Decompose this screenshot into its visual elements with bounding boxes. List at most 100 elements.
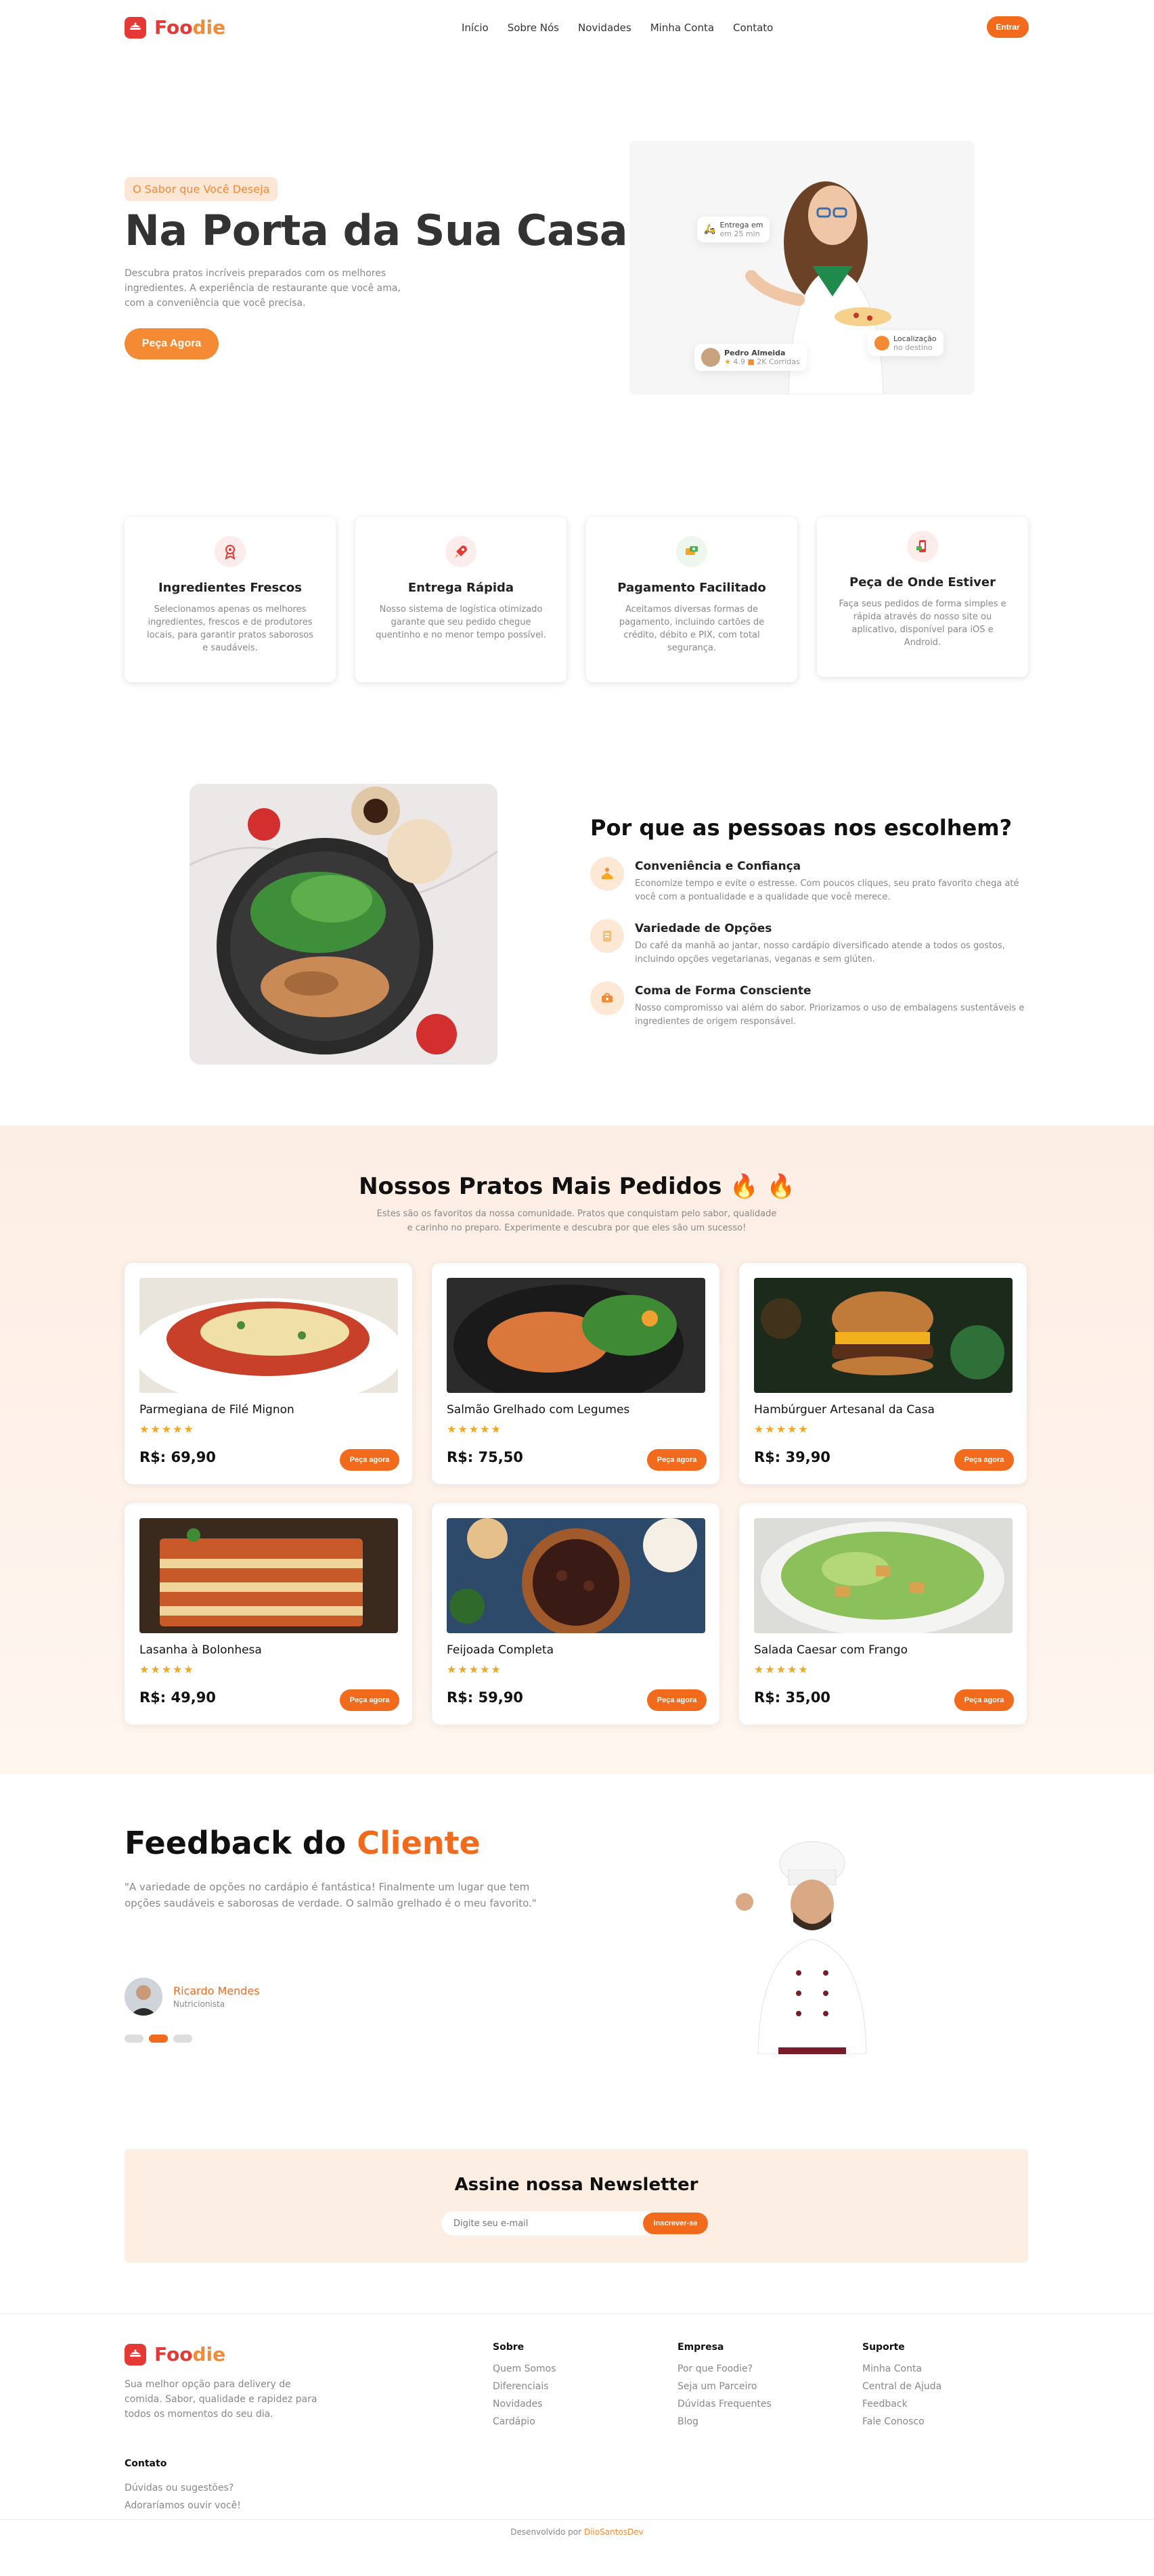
feature-desc: Faça seus pedidos de forma simples e ráp… xyxy=(839,599,1006,648)
footer-link[interactable]: Central de Ajuda xyxy=(862,2381,941,2392)
dish-card: Parmegiana de Filé Mignon ★★★★★ R$: 69,9… xyxy=(125,1263,412,1484)
order-button[interactable]: Peça agora xyxy=(647,1689,707,1711)
dish-name: Salada Caesar com Frango xyxy=(754,1643,908,1657)
dish-name: Hambúrguer Artesanal da Casa xyxy=(754,1403,935,1417)
logo-icon xyxy=(125,16,146,39)
subscribe-button[interactable]: Inscrever-se xyxy=(643,2213,708,2234)
dish-name: Feijoada Completa xyxy=(447,1643,554,1657)
star-icon: ★ xyxy=(724,357,731,366)
footer-link[interactable]: Quem Somos xyxy=(493,2363,556,2374)
logo[interactable]: Foodie xyxy=(125,16,225,39)
footer-link[interactable]: Seja um Parceiro xyxy=(678,2381,772,2392)
dish-image-salada-caesar xyxy=(754,1518,1013,1633)
footer-link[interactable]: Fale Conosco xyxy=(862,2416,941,2427)
location-card: Localização no destino xyxy=(868,330,944,356)
feature-card-ingredients: Ingredientes Frescos Selecionamos apenas… xyxy=(125,517,336,682)
order-button[interactable]: Peça agora xyxy=(954,1689,1014,1711)
hero-description: Descubra pratos incríveis preparados com… xyxy=(125,268,401,309)
footer-col-title: Empresa xyxy=(678,2342,724,2353)
rating-stars: ★★★★★ xyxy=(754,1423,809,1436)
carousel-dots xyxy=(125,2035,192,2043)
footer-contact-title: Contato xyxy=(125,2458,167,2469)
dish-price: R$: 49,90 xyxy=(139,1689,216,1706)
dish-price: R$: 35,00 xyxy=(754,1689,830,1706)
page: Foodie Início Sobre Nós Novidades Minha … xyxy=(0,0,1154,2576)
chef-image xyxy=(717,1838,907,2055)
navbar: Foodie Início Sobre Nós Novidades Minha … xyxy=(0,0,1154,54)
footer-link[interactable]: Blog xyxy=(678,2416,772,2427)
why-item-title: Conveniência e Confiança xyxy=(635,860,801,873)
why-item-title: Coma de Forma Consciente xyxy=(635,984,812,998)
hero-badge: O Sabor que Você Deseja xyxy=(125,177,278,201)
rating-stars: ★★★★★ xyxy=(139,1663,195,1676)
why-item-desc: Do café da manhã ao jantar, nosso cardáp… xyxy=(635,941,1005,964)
email-field[interactable] xyxy=(441,2211,658,2236)
login-button[interactable]: Entrar xyxy=(987,16,1029,38)
nav-link-contato[interactable]: Contato xyxy=(733,22,773,34)
order-button[interactable]: Peça agora xyxy=(954,1449,1014,1471)
logo-icon xyxy=(125,2343,146,2366)
dish-card: Feijoada Completa ★★★★★ R$: 59,90 Peça a… xyxy=(432,1503,719,1725)
dish-card: Salmão Grelhado com Legumes ★★★★★ R$: 75… xyxy=(432,1263,719,1484)
dish-price: R$: 39,90 xyxy=(754,1449,830,1465)
dishes-description: Estes são os favoritos da nossa comunida… xyxy=(376,1209,777,1233)
payment-icon xyxy=(676,536,707,567)
delivery-time-card: 🛵 Entrega em em 25 min xyxy=(697,217,770,242)
order-button[interactable]: Peça agora xyxy=(647,1449,707,1471)
nav-link-novidades[interactable]: Novidades xyxy=(578,22,631,34)
feature-title: Pagamento Facilitado xyxy=(617,581,766,595)
feature-card-delivery: Entrega Rápida Nosso sistema de logístic… xyxy=(355,517,567,682)
nav-link-minha-conta[interactable]: Minha Conta xyxy=(650,22,714,34)
footer-link[interactable]: Por que Foodie? xyxy=(678,2363,772,2374)
footer-link[interactable]: Feedback xyxy=(862,2399,941,2410)
order-button[interactable]: Peça agora xyxy=(340,1449,399,1471)
nav-links: Início Sobre Nós Novidades Minha Conta C… xyxy=(462,22,773,34)
footer-link[interactable]: Diferenciais xyxy=(493,2381,556,2392)
carousel-dot-1[interactable] xyxy=(125,2035,143,2043)
newsletter-section: Assine nossa Newsletter Inscrever-se xyxy=(125,2149,1028,2263)
feature-title: Ingredientes Frescos xyxy=(158,581,303,595)
footer-credit: Desenvolvido por DiioSantosDev xyxy=(510,2527,644,2537)
menu-icon xyxy=(590,919,624,953)
feature-card-payment: Pagamento Facilitado Aceitamos diversas … xyxy=(586,517,797,682)
feature-desc: Aceitamos diversas formas de pagamento, … xyxy=(619,604,765,653)
feedback-title: Feedback do Cliente xyxy=(125,1825,481,1861)
logo-text: Foodie xyxy=(154,2343,226,2366)
footer-link[interactable]: Dúvidas Frequentes xyxy=(678,2399,772,2410)
footer-link[interactable]: Cardápio xyxy=(493,2416,556,2427)
dish-price: R$: 75,50 xyxy=(447,1449,523,1465)
logo-text: Foodie xyxy=(154,16,226,39)
footer-contact-line[interactable]: Adoraríamos ouvir você! xyxy=(125,2500,241,2511)
footer-link[interactable]: Novidades xyxy=(493,2399,556,2410)
credit-link[interactable]: DiioSantosDev xyxy=(584,2527,644,2537)
nav-link-inicio[interactable]: Início xyxy=(462,22,489,34)
footer-logo[interactable]: Foodie xyxy=(125,2343,225,2366)
rating-stars: ★★★★★ xyxy=(139,1423,195,1436)
feature-desc: Selecionamos apenas os melhores ingredie… xyxy=(147,604,313,653)
avatar xyxy=(125,1978,162,2016)
feature-card-order-anywhere: Peça de Onde Estiver Faça seus pedidos d… xyxy=(817,517,1028,677)
footer-col-empresa: Empresa Por que Foodie? Seja um Parceiro… xyxy=(678,2342,772,2434)
reviewer-name: Ricardo Mendes xyxy=(173,1984,260,1997)
dish-card: Hambúrguer Artesanal da Casa ★★★★★ R$: 3… xyxy=(739,1263,1027,1484)
dish-name: Parmegiana de Filé Mignon xyxy=(139,1403,294,1417)
footer-link[interactable]: Minha Conta xyxy=(862,2363,941,2374)
rating-stars: ★★★★★ xyxy=(447,1423,502,1436)
order-button[interactable]: Peça agora xyxy=(340,1689,399,1711)
order-now-button[interactable]: Peça Agora xyxy=(125,328,219,359)
nav-link-sobre[interactable]: Sobre Nós xyxy=(508,22,559,34)
carousel-dot-2[interactable] xyxy=(149,2035,168,2043)
footer-col-title: Sobre xyxy=(493,2342,525,2353)
fire-icon: 🔥 🔥 xyxy=(730,1173,795,1200)
footer-description: Sua melhor opção para delivery de comida… xyxy=(125,2379,317,2420)
feedback-quote: "A variedade de opções no cardápio é fan… xyxy=(125,1881,537,1909)
footer-col-title: Suporte xyxy=(862,2342,905,2353)
dish-image-feijoada xyxy=(447,1518,705,1633)
footer-divider xyxy=(0,2313,1154,2314)
mobile-order-icon xyxy=(907,531,938,562)
motorcycle-icon: 🛵 xyxy=(704,224,716,235)
footer-contact: Contato Dúvidas ou sugestões? Adoraríamo… xyxy=(125,2458,241,2518)
carousel-dot-3[interactable] xyxy=(173,2035,192,2043)
footer-contact-line[interactable]: Dúvidas ou sugestões? xyxy=(125,2483,241,2493)
dish-card: Lasanha à Bolonhesa ★★★★★ R$: 49,90 Peça… xyxy=(125,1503,412,1725)
